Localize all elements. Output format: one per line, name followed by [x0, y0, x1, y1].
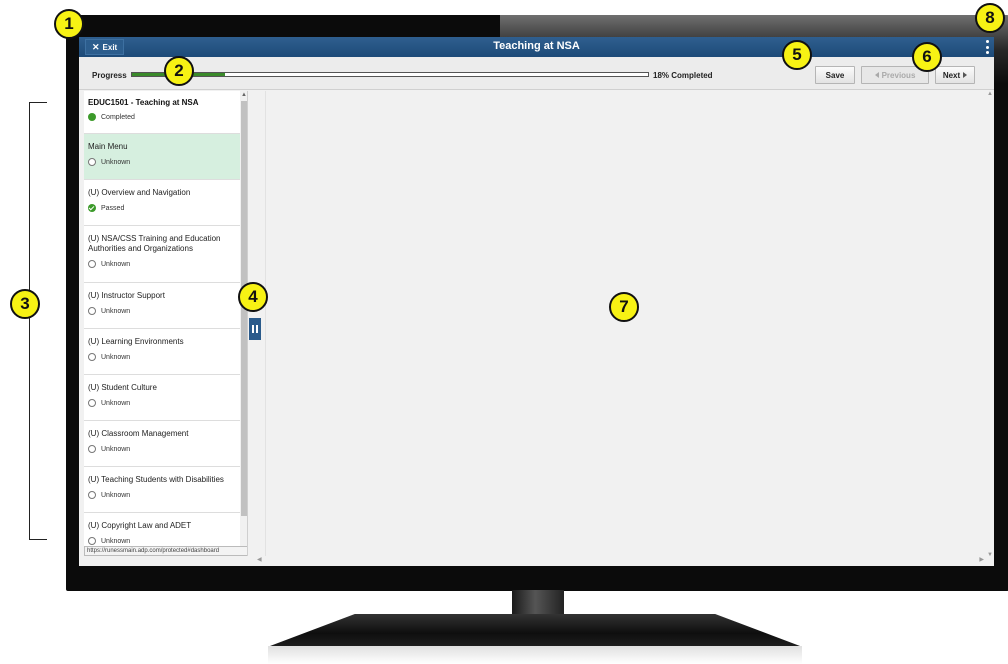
outline-item-label: (U) Copyright Law and ADET	[88, 521, 192, 530]
outline-item-learning-environments[interactable]: (U) Learning Environments Unknown	[84, 329, 247, 375]
callout-7: 7	[609, 292, 639, 322]
scroll-left-icon[interactable]: ◀	[257, 556, 262, 563]
outline-item-status: Unknown	[101, 491, 131, 499]
passed-check-icon	[88, 204, 96, 212]
horizontal-scrollbar[interactable]: ◀ ▶	[257, 556, 994, 566]
outline-item-status: Unknown	[101, 399, 131, 407]
outline-item-status: Unknown	[101, 445, 131, 453]
next-label: Next	[942, 70, 961, 80]
save-button[interactable]: Save	[815, 66, 855, 84]
close-icon: ✕	[92, 41, 100, 52]
next-button[interactable]: Next	[935, 66, 975, 84]
save-label: Save	[825, 70, 845, 80]
lesson-content-area: ▲ ▼	[265, 91, 994, 566]
exit-label: Exit	[102, 42, 118, 52]
callout-6: 6	[912, 42, 942, 72]
course-status: Completed	[101, 113, 135, 121]
outline-item-disabilities[interactable]: (U) Teaching Students with Disabilities …	[84, 467, 247, 513]
outline-item-label: (U) Overview and Navigation	[88, 188, 191, 197]
completed-status-icon	[88, 113, 96, 121]
outline-item-classroom-management[interactable]: (U) Classroom Management Unknown	[84, 421, 247, 467]
outline-item-status: Unknown	[101, 158, 131, 166]
course-player-screen: Teaching at NSA ✕ Exit Progress 18% Comp…	[79, 37, 994, 566]
outline-item-label: (U) Instructor Support	[88, 291, 165, 300]
course-header: EDUC1501 - Teaching at NSA Completed	[84, 91, 247, 134]
unknown-status-icon	[88, 491, 96, 499]
unknown-status-icon	[88, 353, 96, 361]
callout-5: 5	[782, 40, 812, 70]
exit-button[interactable]: ✕ Exit	[85, 39, 125, 55]
content-scrollbar[interactable]: ▲ ▼	[986, 91, 994, 566]
callout-3: 3	[10, 289, 40, 319]
unknown-status-icon	[88, 445, 96, 453]
scroll-right-icon[interactable]: ▶	[979, 556, 984, 563]
callout-8: 8	[975, 3, 1005, 33]
outline-item-label: (U) Learning Environments	[88, 337, 184, 346]
unknown-status-icon	[88, 158, 96, 166]
outline-item-status: Passed	[101, 204, 125, 212]
outline-item-student-culture[interactable]: (U) Student Culture Unknown	[84, 375, 247, 421]
progress-toolbar: Progress 18% Completed Save Previous Nex…	[79, 57, 994, 90]
kebab-menu-icon[interactable]	[984, 40, 990, 54]
course-outline-sidebar: EDUC1501 - Teaching at NSA Completed Mai…	[84, 91, 248, 556]
previous-label: Previous	[881, 70, 916, 80]
callout-1: 1	[54, 9, 84, 39]
outline-item-label: Main Menu	[88, 142, 128, 151]
monitor-base	[270, 614, 800, 646]
scroll-up-icon[interactable]: ▲	[241, 92, 247, 98]
outline-item-status: Unknown	[101, 353, 131, 361]
progress-track	[131, 72, 649, 77]
outline-item-main-menu[interactable]: Main Menu Unknown	[84, 134, 247, 180]
collapse-sidebar-handle[interactable]	[249, 318, 261, 340]
annotated-screenshot: Teaching at NSA ✕ Exit Progress 18% Comp…	[0, 0, 1008, 664]
outline-item-status: Unknown	[101, 260, 131, 268]
sidebar-scrollbar[interactable]: ▲	[240, 91, 247, 556]
outline-item-label: (U) Classroom Management	[88, 429, 189, 438]
callout-2: 2	[164, 56, 194, 86]
unknown-status-icon	[88, 307, 96, 315]
unknown-status-icon	[88, 399, 96, 407]
outline-item-label: (U) NSA/CSS Training and Education Autho…	[88, 234, 221, 253]
progress-text: 18% Completed	[653, 71, 713, 80]
monitor-reflection	[268, 646, 802, 664]
chevron-right-icon	[963, 72, 968, 78]
outline-item-overview[interactable]: (U) Overview and Navigation Passed	[84, 180, 247, 226]
title-bar: Teaching at NSA ✕ Exit	[79, 37, 994, 57]
course-code-title: EDUC1501 - Teaching at NSA	[88, 98, 199, 107]
outline-item-status: Unknown	[101, 537, 131, 545]
progress-label: Progress	[92, 71, 127, 80]
chevron-left-icon	[874, 72, 879, 78]
unknown-status-icon	[88, 260, 96, 268]
outline-item-label: (U) Student Culture	[88, 383, 157, 392]
sidebar-bracket	[29, 102, 47, 540]
course-title: Teaching at NSA	[493, 40, 580, 52]
outline-item-label: (U) Teaching Students with Disabilities	[88, 475, 224, 484]
outline-item-instructor-support[interactable]: (U) Instructor Support Unknown	[84, 283, 247, 329]
status-url: https://runessmain.adp.com/protected#das…	[84, 546, 247, 556]
unknown-status-icon	[88, 537, 96, 545]
outline-item-status: Unknown	[101, 307, 131, 315]
outline-item-authorities[interactable]: (U) NSA/CSS Training and Education Autho…	[84, 226, 247, 283]
callout-4: 4	[238, 282, 268, 312]
scroll-up-icon[interactable]: ▲	[987, 91, 993, 97]
